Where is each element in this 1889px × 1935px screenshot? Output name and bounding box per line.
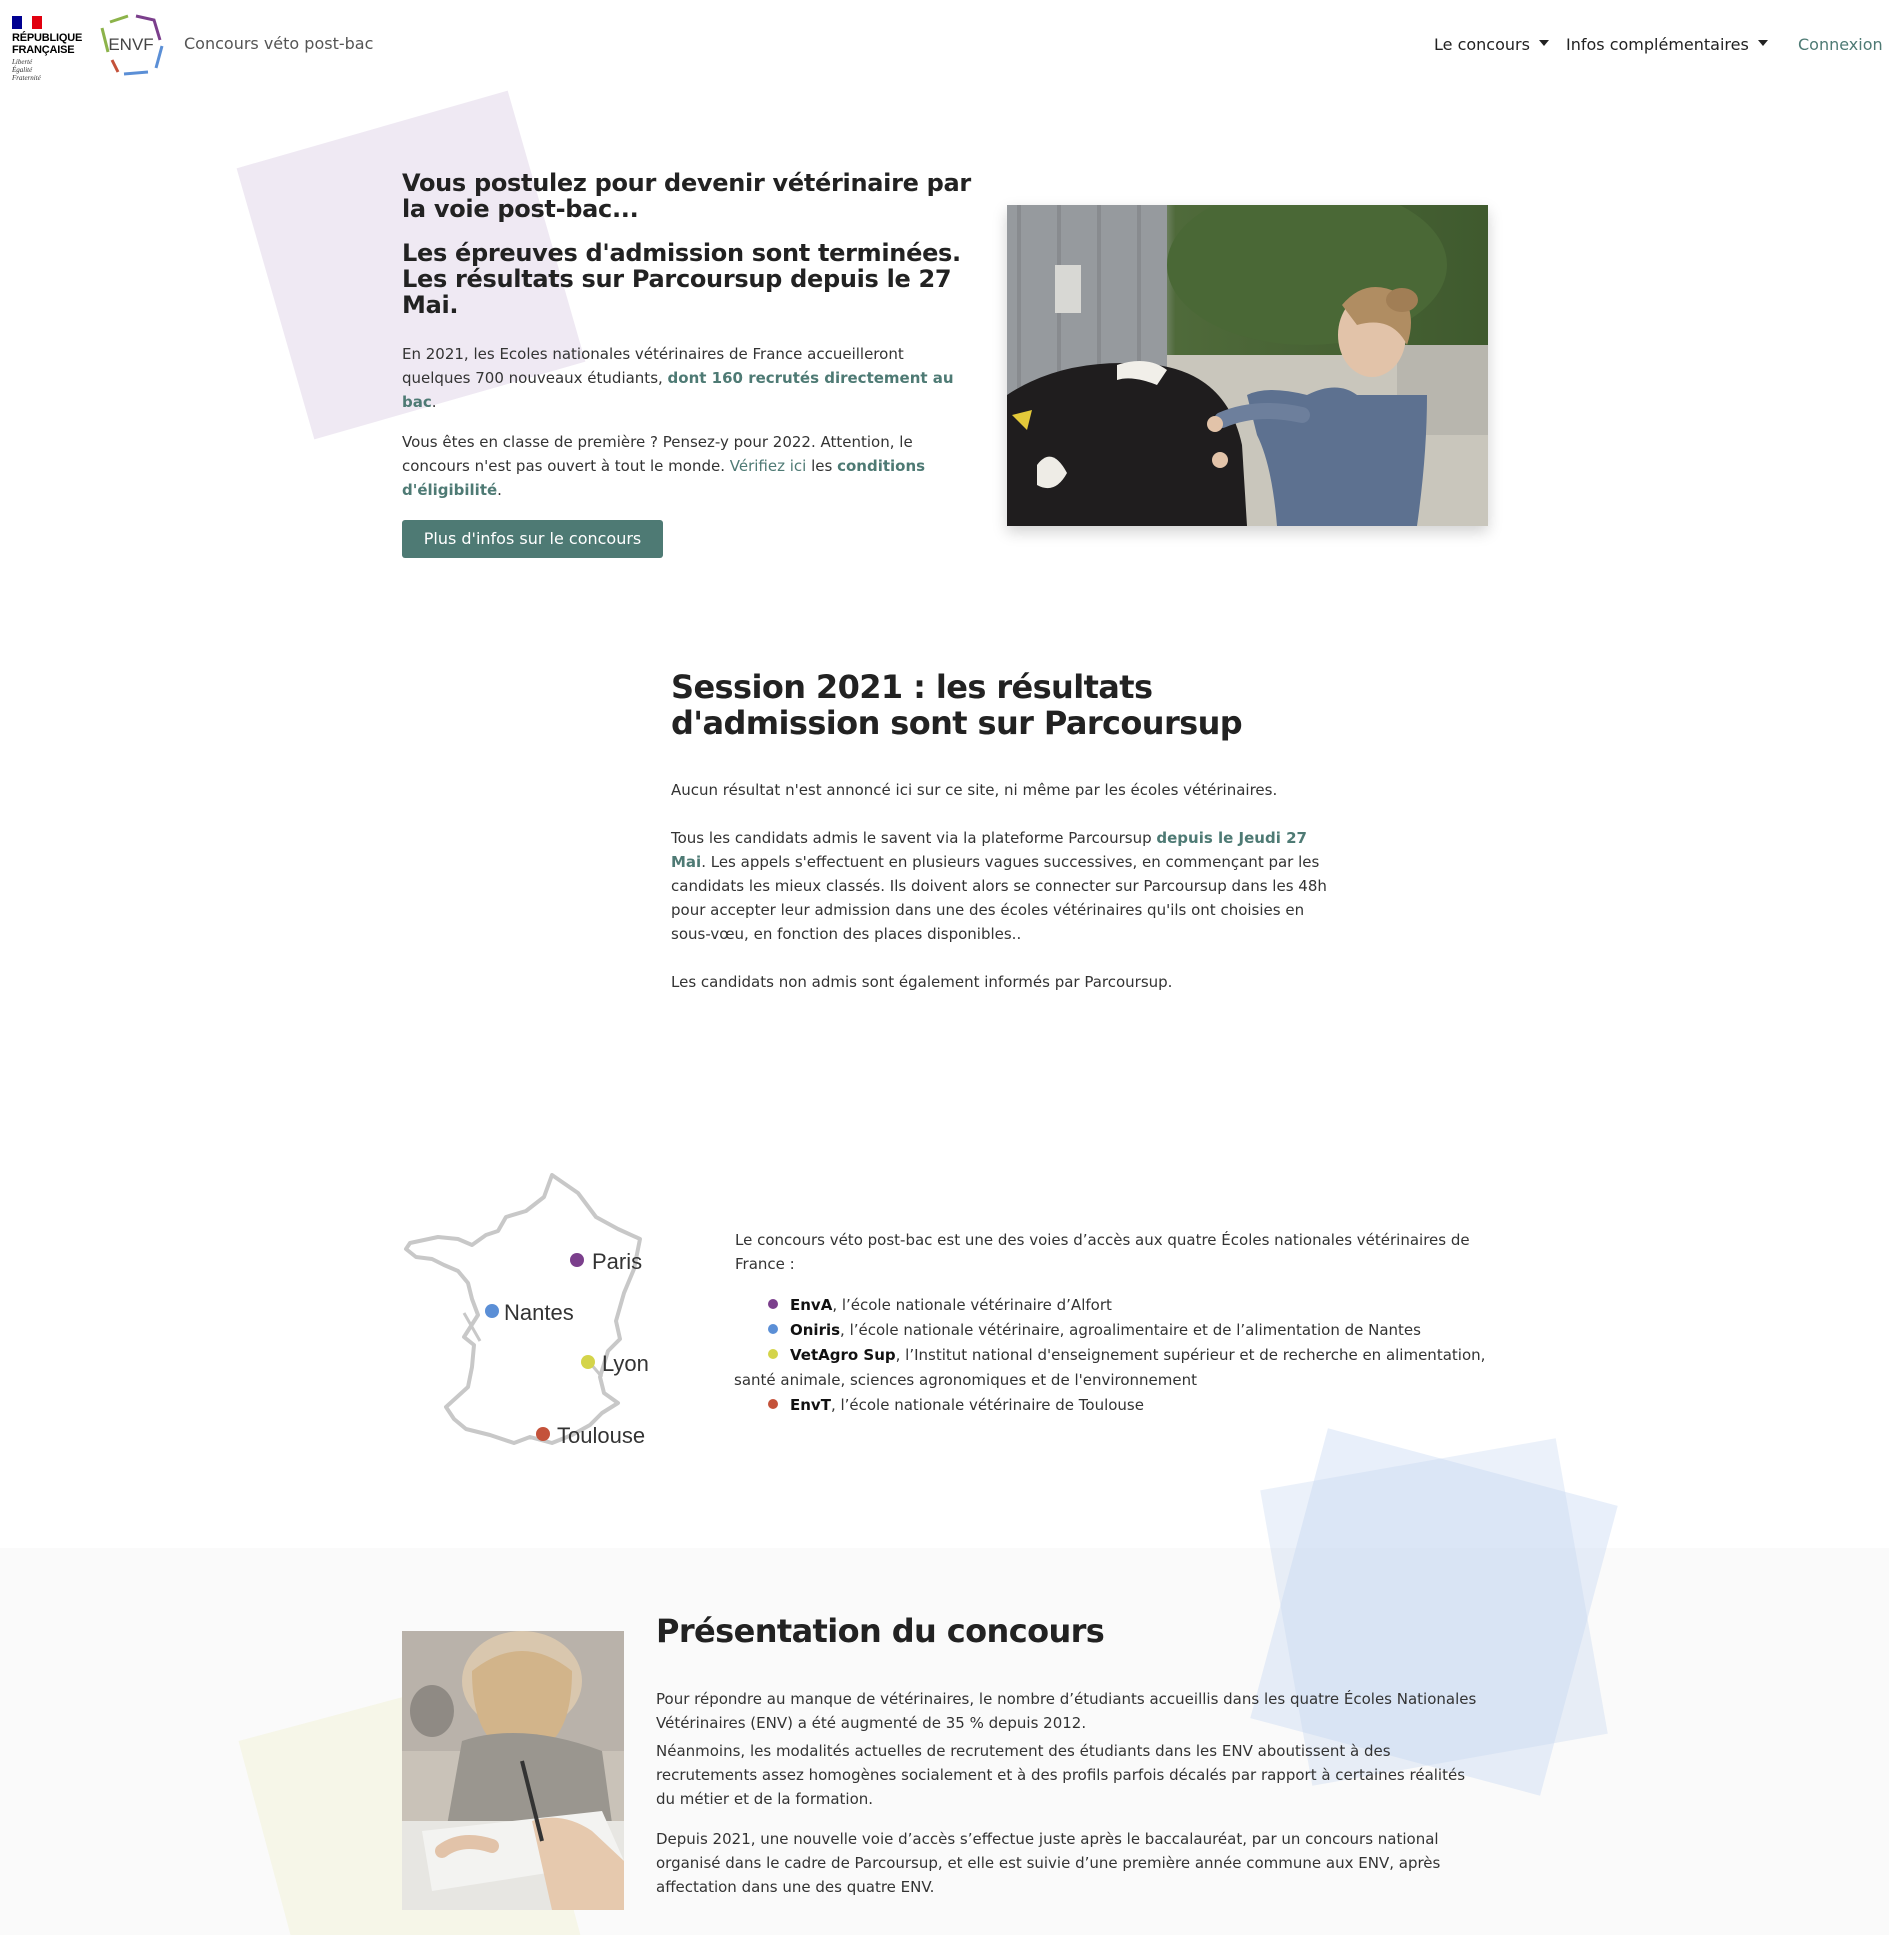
presentation-paragraph-3: Depuis 2021, une nouvelle voie d’accès s…: [656, 1830, 1441, 1896]
school-name: VetAgro Sup: [790, 1346, 896, 1364]
hero-p2-end: .: [497, 481, 502, 499]
toulouse-label: Toulouse: [557, 1423, 645, 1448]
school-desc: , l’école nationale vétérinaire d’Alfort: [832, 1296, 1112, 1314]
school-desc: , l’école nationale vétérinaire de Toulo…: [830, 1396, 1144, 1414]
hero-p2-mid: les: [806, 457, 838, 475]
school-item-vetagro: VetAgro Sup, l’Institut national d'ensei…: [734, 1343, 1494, 1393]
session-paragraph-1: Aucun résultat n'est annoncé ici sur ce …: [671, 781, 1278, 799]
presentation-paragraph-1: Pour répondre au manque de vétérinaires,…: [656, 1690, 1477, 1732]
presentation-paragraph-2: Néanmoins, les modalités actuelles de re…: [656, 1742, 1466, 1808]
verifiez-ici-link[interactable]: Vérifiez ici: [730, 457, 807, 475]
republique-francaise-logo[interactable]: RÉPUBLIQUE FRANÇAISE Liberté Égalité Fra…: [12, 14, 92, 84]
lyon-label: Lyon: [602, 1351, 649, 1376]
france-map: Paris Nantes Lyon Toulouse: [404, 1173, 649, 1448]
login-link[interactable]: Connexion: [1798, 35, 1883, 54]
rf-motto: Liberté Égalité Fraternité: [12, 58, 41, 82]
bullet-dot-icon: [768, 1349, 778, 1359]
brand-title[interactable]: Concours véto post-bac: [184, 34, 373, 53]
session-p2-end: . Les appels s'effectuent en plusieurs v…: [671, 853, 1327, 943]
session-p2-text: Tous les candidats admis le savent via l…: [671, 829, 1157, 847]
french-flag-icon: [12, 16, 42, 29]
envf-logo[interactable]: ENVF: [100, 14, 164, 76]
caret-down-icon: [1757, 39, 1768, 46]
rf-motto-line3: Fraternité: [12, 74, 41, 82]
hero-subtitle: Les épreuves d'admission sont terminées.…: [402, 239, 961, 319]
session-paragraph-3: Les candidats non admis sont également i…: [671, 973, 1173, 991]
hero-paragraph-1: En 2021, les Ecoles nationales vétérinai…: [402, 342, 972, 414]
school-item-enva: EnvA, l’école nationale vétérinaire d’Al…: [754, 1293, 1494, 1318]
toulouse-marker[interactable]: [536, 1427, 550, 1441]
rf-title: RÉPUBLIQUE FRANÇAISE: [12, 32, 82, 56]
bullet-dot-icon: [768, 1399, 778, 1409]
more-info-button[interactable]: Plus d'infos sur le concours: [402, 520, 663, 558]
bullet-dot-icon: [768, 1299, 778, 1309]
paris-label: Paris: [592, 1249, 642, 1274]
caret-down-icon: [1538, 39, 1549, 46]
nantes-marker[interactable]: [485, 1304, 499, 1318]
paris-marker[interactable]: [570, 1253, 584, 1267]
rf-motto-line2: Égalité: [12, 66, 33, 74]
nav-le-concours-label: Le concours: [1434, 35, 1530, 54]
school-list: EnvA, l’école nationale vétérinaire d’Al…: [734, 1293, 1494, 1418]
rf-motto-line1: Liberté: [12, 58, 33, 66]
nantes-label: Nantes: [504, 1300, 574, 1325]
session-title: Session 2021 : les résultats d'admission…: [671, 668, 1243, 742]
school-name: Oniris: [790, 1321, 841, 1339]
nav-infos-complementaires-label: Infos complémentaires: [1566, 35, 1749, 54]
schools-intro: Le concours véto post-bac est une des vo…: [735, 1231, 1470, 1273]
hero-paragraph-2: Vous êtes en classe de première ? Pensez…: [402, 430, 972, 502]
nav-infos-complementaires[interactable]: Infos complémentaires: [1566, 35, 1768, 54]
session-paragraph-2: Tous les candidats admis le savent via l…: [671, 826, 1341, 946]
lyon-marker[interactable]: [581, 1355, 595, 1369]
rf-title-line2: FRANÇAISE: [12, 44, 75, 56]
student-writing-photo: [402, 1631, 624, 1910]
bullet-dot-icon: [768, 1324, 778, 1334]
envf-logo-text: ENVF: [108, 35, 153, 54]
hero-p1-end: .: [431, 393, 437, 411]
school-item-envt: EnvT, l’école nationale vétérinaire de T…: [754, 1393, 1494, 1418]
nav-le-concours[interactable]: Le concours: [1434, 35, 1549, 54]
school-item-oniris: Oniris, l’école nationale vétérinaire, a…: [754, 1318, 1494, 1343]
hero-title: Vous postulez pour devenir vétérinaire p…: [402, 169, 971, 223]
school-desc: , l’école nationale vétérinaire, agroali…: [840, 1321, 1421, 1339]
rf-title-line1: RÉPUBLIQUE: [12, 32, 83, 44]
vet-cow-photo: [1007, 205, 1488, 526]
school-name: EnvT: [790, 1396, 831, 1414]
presentation-title: Présentation du concours: [656, 1612, 1105, 1650]
navbar: RÉPUBLIQUE FRANÇAISE Liberté Égalité Fra…: [0, 0, 1889, 90]
school-name: EnvA: [790, 1296, 833, 1314]
